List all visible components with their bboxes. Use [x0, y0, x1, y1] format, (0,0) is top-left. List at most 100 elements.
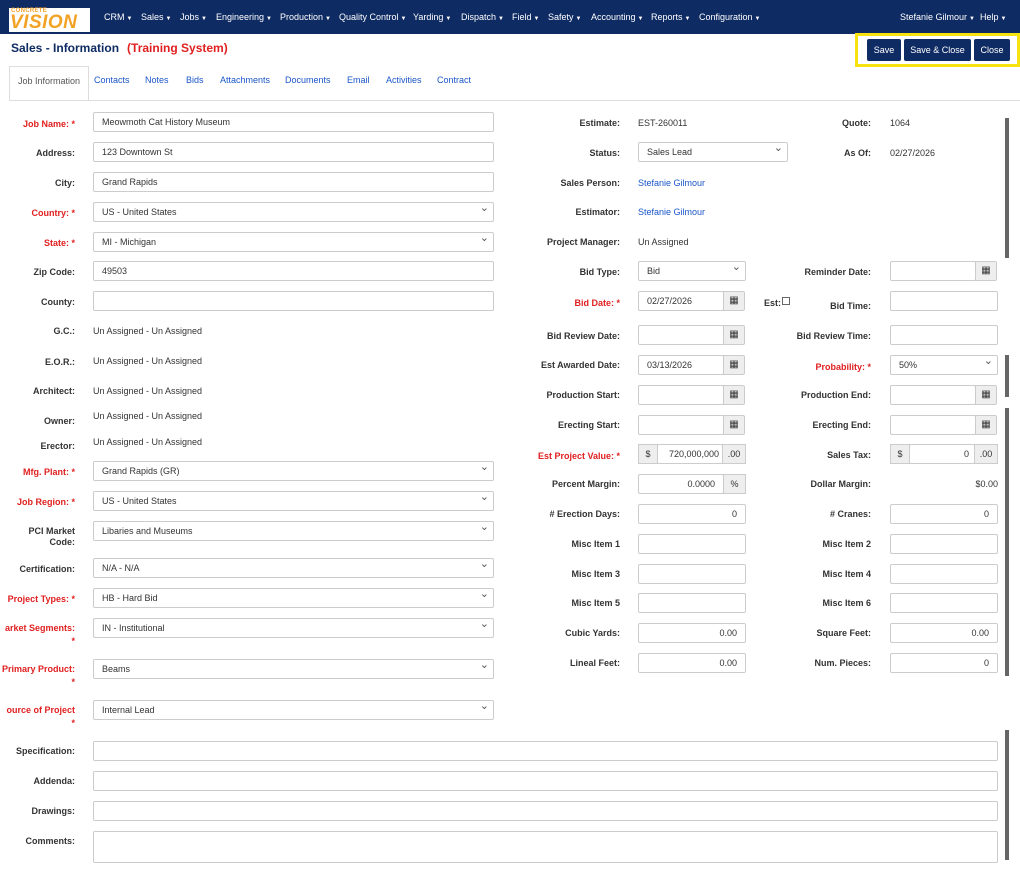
menu-yarding[interactable]: Yarding ▼: [413, 0, 451, 34]
calendar-icon[interactable]: ▦: [723, 291, 745, 311]
est-awarded-date-input[interactable]: 03/13/2026: [638, 355, 724, 375]
tab-job-information[interactable]: Job Information: [9, 66, 90, 101]
tab-bids[interactable]: Bids: [186, 66, 204, 101]
menu-sales[interactable]: Sales ▼: [141, 0, 171, 34]
bid-time-input[interactable]: [890, 291, 998, 311]
erection-days-input[interactable]: 0: [638, 504, 746, 524]
erecting-end-input[interactable]: [890, 415, 976, 435]
menu-safety[interactable]: Safety ▼: [548, 0, 581, 34]
menu-engineering[interactable]: Engineering ▼: [216, 0, 272, 34]
gc-value[interactable]: Un Assigned - Un Assigned: [93, 326, 202, 336]
save-close-button[interactable]: Save & Close: [904, 39, 971, 61]
menu-dispatch[interactable]: Dispatch ▼: [461, 0, 504, 34]
tab-activities[interactable]: Activities: [386, 66, 422, 101]
misc-item-1-input[interactable]: [638, 534, 746, 554]
tab-divider: [9, 100, 1020, 101]
bid-type-select[interactable]: Bid: [638, 261, 746, 281]
currency-addon: $: [890, 444, 910, 464]
save-button[interactable]: Save: [867, 39, 901, 61]
misc-item-4-input[interactable]: [890, 564, 998, 584]
menu-user[interactable]: Stefanie Gilmour ▼: [900, 0, 975, 34]
county-input[interactable]: [93, 291, 494, 311]
primary-product-select[interactable]: Beams: [93, 659, 494, 679]
menu-reports[interactable]: Reports ▼: [651, 0, 690, 34]
menu-accounting[interactable]: Accounting ▼: [591, 0, 643, 34]
bid-review-time-input[interactable]: [890, 325, 998, 345]
tab-notes[interactable]: Notes: [145, 66, 169, 101]
addenda-input[interactable]: [93, 771, 998, 791]
estimator-link[interactable]: Stefanie Gilmour: [638, 207, 705, 217]
pci-market-code-select[interactable]: Libaries and Museums: [93, 521, 494, 541]
calendar-icon[interactable]: ▦: [723, 355, 745, 375]
eor-value[interactable]: Un Assigned - Un Assigned: [93, 356, 202, 366]
status-select[interactable]: Sales Lead: [638, 142, 788, 162]
calendar-icon[interactable]: ▦: [975, 261, 997, 281]
project-manager-value[interactable]: Un Assigned: [638, 237, 689, 247]
bid-review-date-input[interactable]: [638, 325, 724, 345]
scrollbar-lower[interactable]: [1005, 408, 1009, 676]
comments-textarea[interactable]: [93, 831, 998, 863]
est-project-value-input[interactable]: 720,000,000: [657, 444, 723, 464]
misc-item-3-input[interactable]: [638, 564, 746, 584]
menu-field[interactable]: Field ▼: [512, 0, 539, 34]
certification-select[interactable]: N/A - N/A: [93, 558, 494, 578]
bid-date-input[interactable]: 02/27/2026: [638, 291, 724, 311]
calendar-icon[interactable]: ▦: [975, 385, 997, 405]
menu-crm[interactable]: CRM ▼: [104, 0, 132, 34]
city-input[interactable]: Grand Rapids: [93, 172, 494, 192]
zip-code-input[interactable]: 49503: [93, 261, 494, 281]
job-name-input[interactable]: Meowmoth Cat History Museum: [93, 112, 494, 132]
caret-down-icon: ▼: [126, 16, 133, 22]
production-end-input[interactable]: [890, 385, 976, 405]
scrollbar-bottom[interactable]: [1005, 730, 1009, 860]
specification-input[interactable]: [93, 741, 998, 761]
owner-value[interactable]: Un Assigned - Un Assigned: [93, 411, 202, 421]
tab-contract[interactable]: Contract: [437, 66, 471, 101]
calendar-icon[interactable]: ▦: [723, 415, 745, 435]
state-select[interactable]: MI - Michigan: [93, 232, 494, 252]
misc-item-5-input[interactable]: [638, 593, 746, 613]
architect-value[interactable]: Un Assigned - Un Assigned: [93, 386, 202, 396]
cranes-input[interactable]: 0: [890, 504, 998, 524]
mfg-plant-select[interactable]: Grand Rapids (GR): [93, 461, 494, 481]
calendar-icon[interactable]: ▦: [723, 325, 745, 345]
job-region-select[interactable]: US - United States: [93, 491, 494, 511]
close-button[interactable]: Close: [974, 39, 1010, 61]
square-feet-input[interactable]: 0.00: [890, 623, 998, 643]
market-segments-select[interactable]: IN - Institutional: [93, 618, 494, 638]
menu-production[interactable]: Production ▼: [280, 0, 331, 34]
misc-item-6-input[interactable]: [890, 593, 998, 613]
percent-margin-input[interactable]: 0.0000: [638, 474, 724, 494]
menu-quality-control[interactable]: Quality Control ▼: [339, 0, 406, 34]
address-input[interactable]: 123 Downtown St: [93, 142, 494, 162]
tab-documents[interactable]: Documents: [285, 66, 331, 101]
app-logo[interactable]: CONCRETE VISION: [9, 8, 90, 33]
caret-down-icon: ▼: [637, 16, 644, 22]
production-start-input[interactable]: [638, 385, 724, 405]
sales-person-link[interactable]: Stefanie Gilmour: [638, 178, 705, 188]
misc-item-2-input[interactable]: [890, 534, 998, 554]
calendar-icon[interactable]: ▦: [975, 415, 997, 435]
erecting-start-input[interactable]: [638, 415, 724, 435]
menu-help[interactable]: Help ▼: [980, 0, 1006, 34]
reminder-date-input[interactable]: [890, 261, 976, 281]
calendar-icon[interactable]: ▦: [723, 385, 745, 405]
tab-attachments[interactable]: Attachments: [220, 66, 270, 101]
source-of-project-select[interactable]: Internal Lead: [93, 700, 494, 720]
num-pieces-input[interactable]: 0: [890, 653, 998, 673]
est-checkbox[interactable]: [782, 297, 790, 305]
cubic-yards-input[interactable]: 0.00: [638, 623, 746, 643]
menu-jobs[interactable]: Jobs ▼: [180, 0, 207, 34]
project-types-select[interactable]: HB - Hard Bid: [93, 588, 494, 608]
lineal-feet-input[interactable]: 0.00: [638, 653, 746, 673]
scrollbar-mid[interactable]: [1005, 355, 1009, 397]
probability-select[interactable]: 50%: [890, 355, 998, 375]
scrollbar-upper[interactable]: [1005, 118, 1009, 258]
erector-value[interactable]: Un Assigned - Un Assigned: [93, 437, 202, 447]
tab-contacts[interactable]: Contacts: [94, 66, 130, 101]
drawings-input[interactable]: [93, 801, 998, 821]
tab-email[interactable]: Email: [347, 66, 370, 101]
menu-configuration[interactable]: Configuration ▼: [699, 0, 761, 34]
sales-tax-input[interactable]: 0: [909, 444, 975, 464]
country-select[interactable]: US - United States: [93, 202, 494, 222]
